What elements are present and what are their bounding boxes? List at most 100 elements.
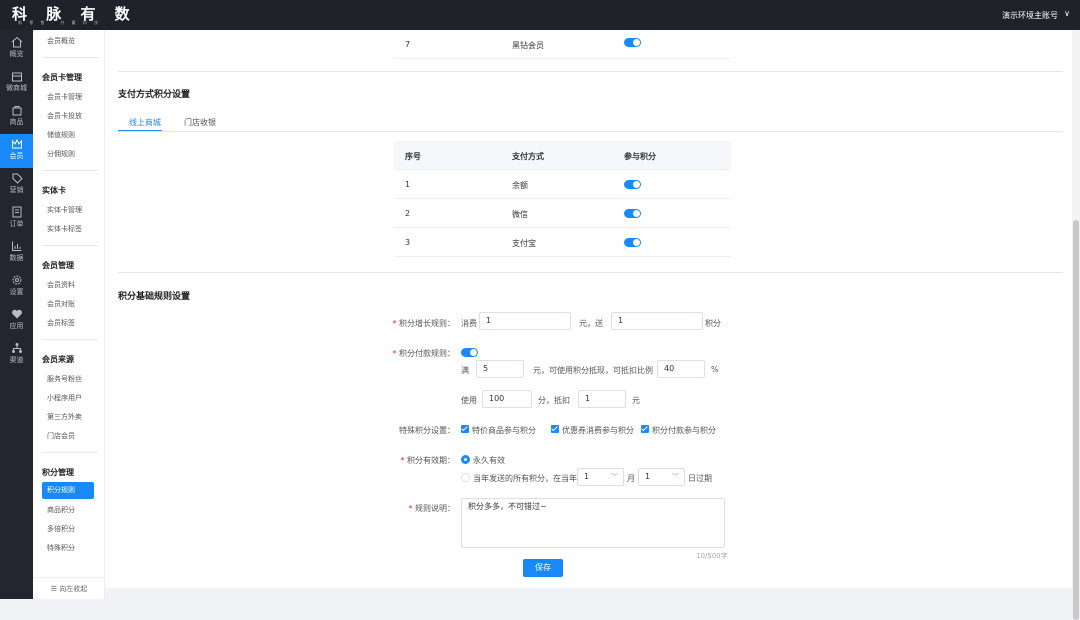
- percent-text: %: [711, 365, 719, 374]
- use-text: 使用: [461, 396, 477, 405]
- subnav-item[interactable]: 多倍积分: [47, 524, 75, 534]
- special-checkbox-3[interactable]: [641, 425, 649, 433]
- nav-item-overview[interactable]: 概览: [0, 32, 33, 66]
- scrollbar[interactable]: [1072, 30, 1080, 620]
- checkbox-label: 积分付款参与积分: [652, 426, 716, 435]
- nav-item-settings[interactable]: 设置: [0, 270, 33, 304]
- chevron-down-icon[interactable]: ∨: [1064, 9, 1070, 18]
- divider: [118, 71, 1063, 72]
- tab-online-mall[interactable]: 线上商城: [129, 117, 161, 128]
- subnav-group: 会员来源: [42, 355, 74, 364]
- app-icon: [11, 309, 22, 319]
- valid-forever-radio[interactable]: [461, 455, 470, 464]
- table-header: 序号 支付方式 参与积分: [394, 141, 731, 170]
- nav-label: 概览: [9, 50, 24, 58]
- label-text: 积分付款规则：: [399, 349, 455, 358]
- subnav-group: 实体卡: [42, 186, 66, 195]
- nav-label: 营销: [9, 186, 24, 194]
- tag-icon: [12, 173, 23, 184]
- order-icon: [12, 206, 21, 218]
- rule-description-textarea[interactable]: 积分多多，不可错过~: [461, 498, 725, 548]
- nav-item-data[interactable]: 数据: [0, 236, 33, 270]
- valid-year-radio[interactable]: [461, 473, 470, 482]
- subnav-item[interactable]: 会员资料: [47, 280, 75, 290]
- label-text: 规则说明：: [415, 504, 455, 513]
- yuan-give-text: 元，送: [579, 319, 603, 328]
- tab-store-checkout[interactable]: 门店收银: [184, 117, 216, 128]
- divider: [42, 452, 98, 453]
- use-desc-text: 分，抵扣: [538, 396, 570, 405]
- special-checkbox-1[interactable]: [461, 425, 469, 433]
- subnav-item-member-overview[interactable]: 会员概览: [47, 36, 75, 46]
- collapse-label: 向左收起: [59, 585, 88, 593]
- subnav-item[interactable]: 储值规则: [47, 130, 75, 140]
- ratio-input[interactable]: 40: [657, 360, 705, 378]
- section-title: 积分基础规则设置: [118, 292, 191, 302]
- subnav-item[interactable]: 会员标签: [47, 318, 75, 328]
- table-row: 1 余额: [394, 170, 731, 199]
- nav-item-channel[interactable]: 渠道: [0, 338, 33, 372]
- subnav-item[interactable]: 商品积分: [47, 505, 75, 515]
- subnav-item[interactable]: 分佣规则: [47, 149, 75, 159]
- row-method: 余额: [512, 181, 528, 190]
- subnav-group: 会员卡管理: [42, 73, 82, 82]
- nav-item-order[interactable]: 订单: [0, 202, 33, 236]
- subnav-group: 会员管理: [42, 261, 74, 270]
- subnav-item[interactable]: 小程序用户: [47, 393, 82, 403]
- deduct-input[interactable]: 1: [578, 390, 626, 408]
- month-select[interactable]: 1 ﹀: [577, 468, 624, 486]
- subnav-item[interactable]: 会员卡投放: [47, 111, 82, 121]
- select-value: 1: [584, 472, 590, 481]
- collapse-button[interactable]: ☰ 向左收起: [33, 577, 105, 599]
- chevron-down-icon: ﹀: [672, 473, 679, 481]
- table-row: 2 微信: [394, 199, 731, 228]
- pay-rule-toggle[interactable]: [461, 348, 478, 357]
- use-points-input[interactable]: 100: [482, 390, 532, 408]
- nav-item-member[interactable]: 会员: [0, 134, 33, 168]
- subnav-item[interactable]: 实体卡标签: [47, 224, 82, 234]
- nav-item-marketing[interactable]: 营销: [0, 168, 33, 202]
- subnav-item[interactable]: 实体卡管理: [47, 205, 82, 215]
- divider: [42, 57, 98, 58]
- special-checkbox-2[interactable]: [551, 425, 559, 433]
- consume-input[interactable]: 1: [479, 312, 571, 330]
- save-button[interactable]: 保存: [523, 559, 563, 577]
- scrollbar-thumb[interactable]: [1073, 220, 1079, 620]
- divider: [42, 339, 98, 340]
- nav-item-mall[interactable]: 微商城: [0, 66, 33, 100]
- full-amount-input[interactable]: 5: [476, 360, 524, 378]
- subnav-item[interactable]: 特殊积分: [47, 543, 75, 553]
- shop-icon: [11, 72, 22, 82]
- nav-item-goods[interactable]: 商品: [0, 100, 33, 134]
- divider: [118, 272, 1063, 273]
- col-header: 序号: [405, 152, 421, 161]
- char-counter: 10/500字: [696, 552, 728, 560]
- chart-icon: [11, 241, 21, 251]
- special-label: 特殊积分设置：: [399, 426, 455, 435]
- participate-toggle[interactable]: [624, 209, 641, 218]
- sub-nav: 会员概览 会员卡管理 会员卡管理 会员卡投放 储值规则 分佣规则 实体卡 实体卡…: [33, 30, 105, 599]
- participate-toggle[interactable]: [624, 238, 641, 247]
- participate-toggle[interactable]: [624, 38, 641, 47]
- subnav-item[interactable]: 第三方外卖: [47, 412, 82, 422]
- day-select[interactable]: 1 ﹀: [638, 468, 685, 486]
- row-no: 1: [405, 180, 411, 189]
- row-name: 黑钻会员: [512, 41, 544, 50]
- row-method: 微信: [512, 210, 528, 219]
- nav-item-apps[interactable]: 应用: [0, 304, 33, 338]
- month-text: 月: [627, 474, 635, 483]
- give-points-input[interactable]: 1: [611, 312, 703, 330]
- subnav-item[interactable]: 服务号粉丝: [47, 374, 82, 384]
- desc-label: * 规则说明：: [408, 504, 455, 513]
- participate-toggle[interactable]: [624, 180, 641, 189]
- subnav-item[interactable]: 会员对账: [47, 299, 75, 309]
- subnav-item[interactable]: 会员卡管理: [47, 92, 82, 102]
- section-title: 支付方式积分设置: [118, 90, 191, 100]
- subnav-item[interactable]: 门店会员: [47, 431, 75, 441]
- subnav-item-points-rules[interactable]: 积分规则: [42, 482, 94, 499]
- menu-icon: ☰: [50, 585, 60, 593]
- account-menu[interactable]: 演示环境主账号: [1002, 10, 1058, 21]
- tab-underline: [118, 131, 1063, 132]
- table-row: 3 支付宝: [394, 228, 731, 257]
- checkbox-label: 优惠券消费参与积分: [562, 426, 634, 435]
